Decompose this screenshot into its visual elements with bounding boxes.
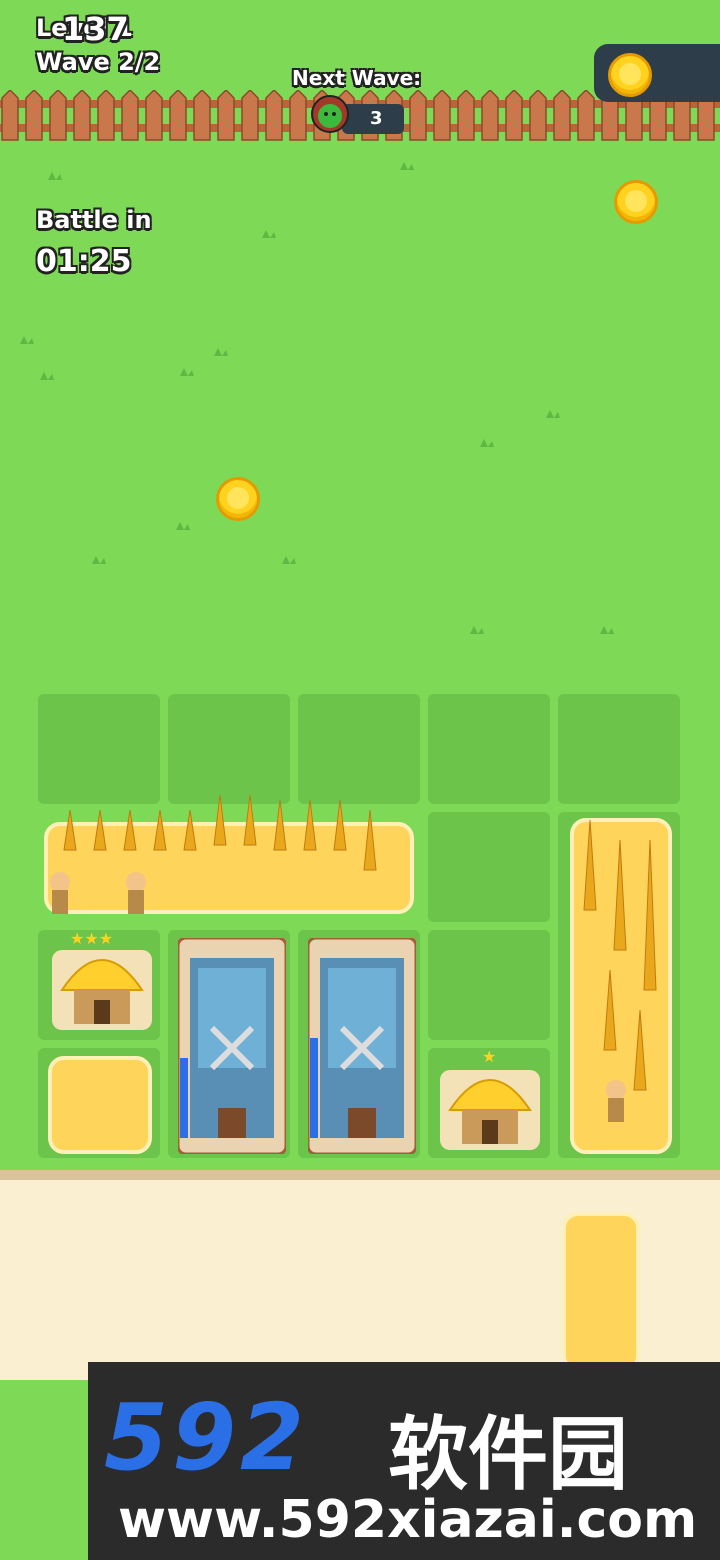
fence-post (241, 90, 259, 141)
svg-text:★★★: ★★★ (70, 930, 113, 948)
grid-tile[interactable] (38, 694, 160, 804)
farmer-unit[interactable] (596, 1074, 646, 1130)
fence-post (97, 90, 115, 141)
farmhouse-building[interactable]: ★ (440, 1050, 540, 1150)
wave-label: Wave 2/2 (36, 48, 161, 76)
fence-post (193, 90, 211, 141)
coin-counter[interactable] (594, 44, 720, 102)
coin-icon (608, 53, 652, 97)
fence-post (433, 90, 451, 141)
fence-post (169, 90, 187, 141)
farmer-units[interactable] (40, 866, 170, 922)
fence-post (121, 90, 139, 141)
enemy-count: 3 (370, 108, 383, 129)
fence-post (577, 90, 595, 141)
fence-post (481, 90, 499, 141)
fence-post (265, 90, 283, 141)
grid-tile[interactable] (298, 694, 420, 804)
watermark-chinese: 软件园 (388, 1408, 628, 1501)
grid-tile[interactable] (558, 694, 680, 804)
fence-post (73, 90, 91, 141)
fence-post (289, 90, 307, 141)
fence-post (25, 90, 43, 141)
fence-post (217, 90, 235, 141)
farmhouse-building[interactable]: ★★★ (52, 930, 152, 1030)
grass-decor (20, 162, 614, 634)
fence-post (505, 90, 523, 141)
grid-tile[interactable] (168, 694, 290, 804)
watermark-url: www.592xiazai.com (118, 1490, 698, 1550)
fence-post (1, 90, 19, 141)
svg-text:★: ★ (482, 1050, 496, 1066)
fence-post (49, 90, 67, 141)
barracks-building[interactable] (178, 938, 286, 1154)
coin-count: 137 (62, 10, 129, 48)
fence-post (409, 90, 427, 141)
wheat-field-card[interactable] (562, 1212, 640, 1372)
goblin-icon (311, 95, 349, 133)
fence-post (457, 90, 475, 141)
fence-post (529, 90, 547, 141)
fence-post (553, 90, 571, 141)
next-wave-label: Next Wave: (292, 66, 422, 90)
watermark-brand: 592 (104, 1384, 309, 1491)
barracks-building[interactable] (308, 938, 416, 1154)
grid-tile[interactable] (428, 694, 550, 804)
fence-post (145, 90, 163, 141)
